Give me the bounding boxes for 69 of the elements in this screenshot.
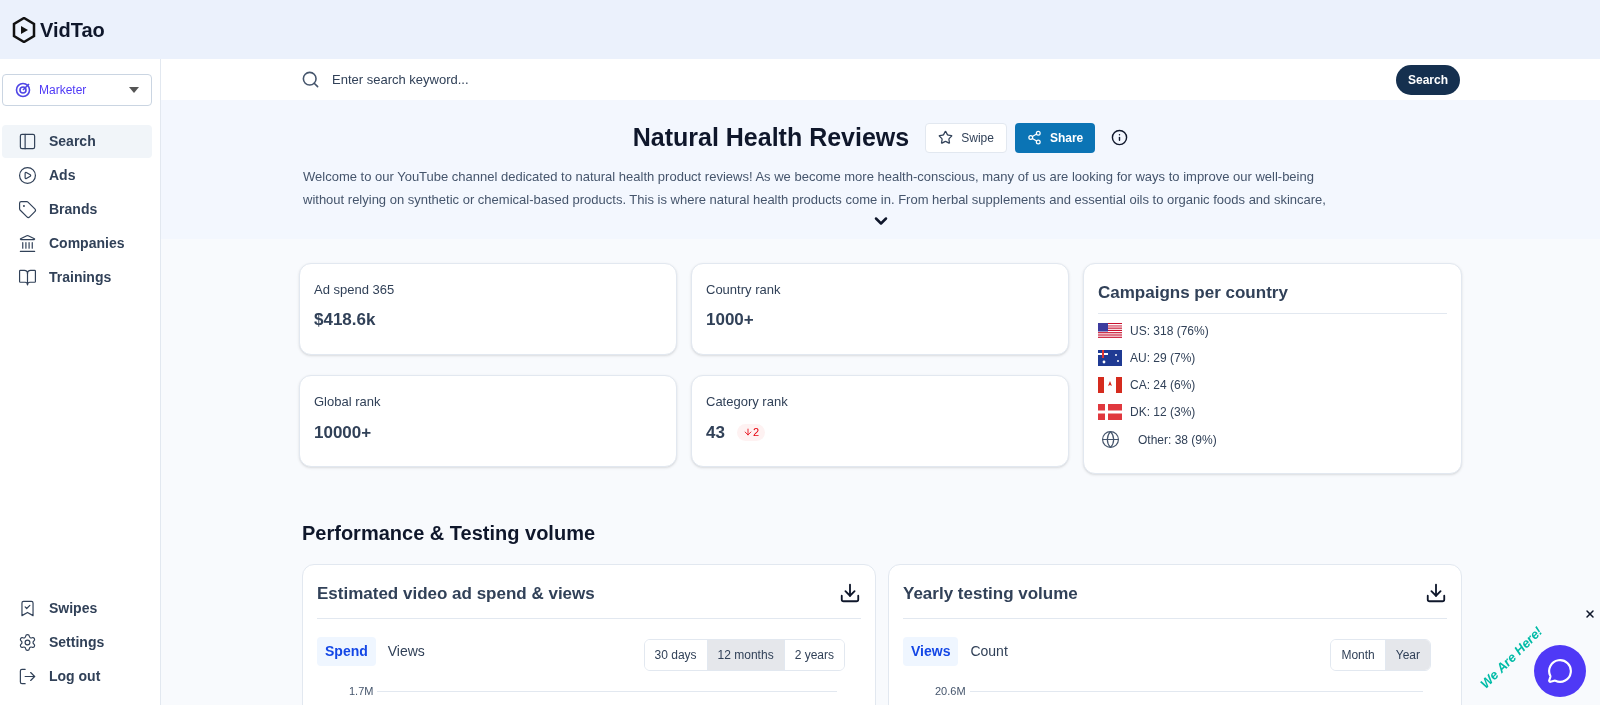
info-icon[interactable] bbox=[1111, 129, 1129, 147]
country-count: CA: 24 (6%) bbox=[1130, 377, 1196, 394]
sidebar-item[interactable]: Search bbox=[2, 125, 152, 158]
chart-title: Estimated video ad spend & views bbox=[317, 582, 595, 605]
section-title: Performance & Testing volume bbox=[301, 520, 597, 546]
flag-icon bbox=[1098, 323, 1122, 339]
sidebar-item[interactable]: Trainings bbox=[2, 261, 152, 294]
sidebar-item[interactable]: Ads bbox=[2, 159, 152, 192]
stat-label: Category rank bbox=[706, 393, 788, 411]
range-button[interactable]: 12 months bbox=[706, 640, 784, 670]
bank-icon bbox=[18, 234, 37, 253]
sidebar-item[interactable]: Swipes bbox=[2, 592, 152, 625]
country-count: DK: 12 (3%) bbox=[1130, 404, 1196, 421]
chart-tab[interactable]: Count bbox=[962, 636, 1016, 666]
swipe-button[interactable]: Swipe bbox=[925, 122, 1007, 153]
range-button[interactable]: Year bbox=[1384, 640, 1430, 670]
tag-icon bbox=[18, 200, 37, 219]
flag-icon bbox=[1098, 404, 1122, 420]
download-icon[interactable] bbox=[839, 582, 861, 605]
stat-value: 1000+ bbox=[706, 309, 754, 331]
rank-change-badge: 2 bbox=[736, 424, 766, 441]
chat-icon bbox=[1547, 658, 1573, 684]
range-button[interactable]: 2 years bbox=[783, 640, 844, 670]
settings-icon bbox=[18, 633, 37, 652]
chart-tab[interactable]: Spend bbox=[317, 636, 376, 666]
download-icon[interactable] bbox=[1425, 582, 1447, 605]
sidebar-item[interactable]: Settings bbox=[2, 626, 152, 659]
brand-name[interactable]: VidTao bbox=[40, 14, 105, 45]
chart-tab[interactable]: Views bbox=[903, 636, 959, 666]
description-line: without relying on synthetic or chemical-based products. This is where natural health products come in. From herbal supplements and essential oils to organic foods and skincare, bbox=[303, 190, 1327, 209]
stat-value: $418.6k bbox=[314, 309, 376, 331]
country-count: Other: 38 (9%) bbox=[1138, 431, 1217, 449]
role-select[interactable]: Marketer bbox=[2, 74, 152, 106]
logout-icon bbox=[18, 667, 37, 686]
stat-value: 43 bbox=[706, 421, 725, 444]
play-icon bbox=[18, 166, 37, 185]
book-icon bbox=[18, 268, 37, 287]
flag-icon bbox=[1098, 350, 1122, 366]
chart-tab[interactable]: Views bbox=[379, 636, 433, 666]
logo-icon[interactable] bbox=[12, 16, 36, 43]
description-line: Welcome to our YouTube channel dedicated to natural health product reviews! As we become more health-conscious, many of us are looking for ways to improve our well-being bbox=[303, 167, 1315, 186]
stat-label: Ad spend 365 bbox=[314, 280, 395, 299]
sidebar-item[interactable]: Log out bbox=[2, 660, 152, 693]
channel-title: Natural Health Reviews bbox=[632, 122, 910, 153]
target-icon bbox=[15, 82, 31, 98]
search-button[interactable]: Search bbox=[1395, 64, 1460, 95]
sidebar-item[interactable]: Brands bbox=[2, 193, 152, 226]
caret-icon bbox=[129, 87, 139, 93]
axis-tick-label: 20.6M bbox=[935, 684, 966, 699]
country-count: US: 318 (76%) bbox=[1130, 323, 1209, 340]
search-field[interactable]: Enter search keyword... bbox=[332, 69, 1384, 90]
stat-value: 10000+ bbox=[314, 421, 372, 444]
search-icon bbox=[301, 70, 320, 89]
stat-label: Global rank bbox=[314, 393, 381, 411]
globe-icon bbox=[1100, 430, 1120, 449]
panel-icon bbox=[18, 132, 37, 151]
campaigns-title: Campaigns per country bbox=[1098, 279, 1447, 314]
country-count: AU: 29 (7%) bbox=[1130, 350, 1196, 367]
bookmark-icon bbox=[18, 599, 37, 618]
share-icon bbox=[1026, 130, 1042, 146]
close-icon[interactable] bbox=[1584, 608, 1596, 620]
stat-label: Country rank bbox=[706, 280, 781, 299]
axis-tick-label: 1.7M bbox=[349, 684, 374, 699]
sidebar-item[interactable]: Companies bbox=[2, 227, 152, 260]
share-button[interactable]: Share bbox=[1014, 122, 1096, 153]
star-icon bbox=[938, 130, 954, 146]
flag-icon bbox=[1098, 377, 1122, 393]
search-bar[interactable]: Enter search keyword... Search bbox=[161, 59, 1600, 100]
chart-title: Yearly testing volume bbox=[903, 582, 1078, 605]
